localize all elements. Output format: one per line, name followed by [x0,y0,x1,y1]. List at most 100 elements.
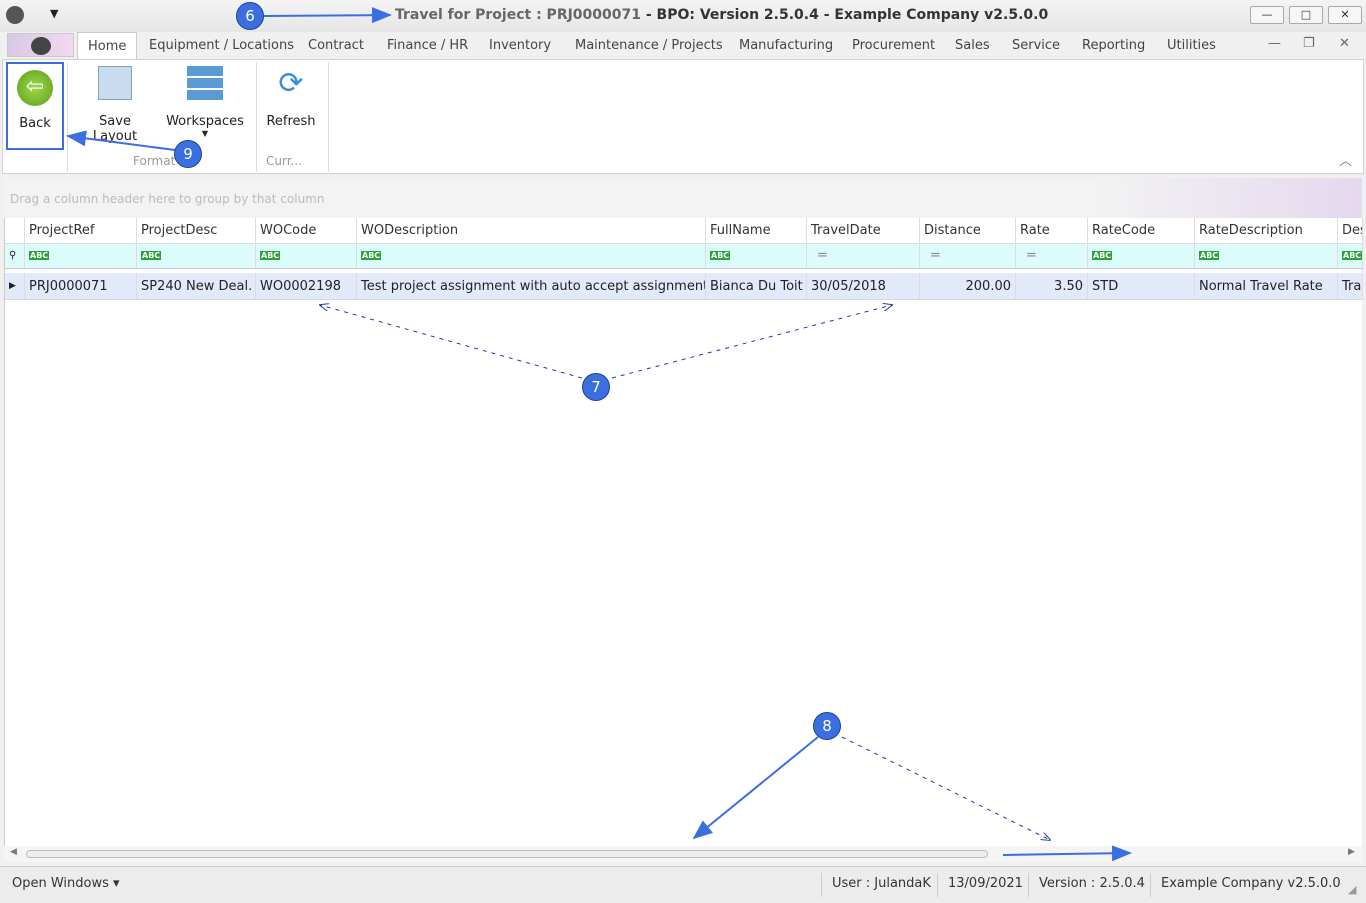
filter-cell[interactable]: ABC [357,244,706,268]
refresh-icon: ⟳ [278,66,304,101]
text-filter-icon: ABC [260,251,281,260]
title-record: Travel for Project : PRJ0000071 [395,7,641,23]
cell-wodescription[interactable]: Test project assignment with auto accept… [357,273,706,299]
cell-ratecode[interactable]: STD [1088,273,1195,299]
workspaces-label: Workspaces [166,114,244,129]
column-header[interactable]: RateCode [1088,218,1195,243]
tab-finance-hr[interactable]: Finance / HR [387,32,468,59]
maximize-button[interactable]: □ [1289,6,1323,24]
text-filter-icon: ABC [1092,251,1113,260]
workspaces-icon [187,66,223,102]
scroll-left-icon[interactable]: ◀ [10,847,17,857]
back-arrow-icon: ⇦ [17,70,53,106]
collapse-ribbon-icon[interactable]: ︿ [1339,150,1352,169]
filter-row: ⚲ ABC ABC ABC ABC ABC = = = ABC ABC ABC [5,244,1363,269]
refresh-button[interactable]: ⟳ Refresh [261,66,321,129]
status-user: User : JulandaK [832,876,931,891]
tab-utilities[interactable]: Utilities [1167,32,1216,59]
open-windows-button[interactable]: Open Windows ▾ [12,876,120,891]
tab-reporting[interactable]: Reporting [1082,32,1145,59]
refresh-label: Refresh [266,114,316,129]
tab-contract[interactable]: Contract [308,32,364,59]
cell-description[interactable]: Tra [1338,273,1363,299]
status-version: Version : 2.5.0.4 [1039,876,1145,891]
horizontal-scrollbar[interactable]: ◀ ▶ [4,846,1362,862]
group-panel[interactable]: Drag a column header here to group by th… [4,178,1362,218]
scroll-right-icon[interactable]: ▶ [1348,847,1355,857]
column-header[interactable]: TravelDate [807,218,920,243]
quick-access-dropdown-icon[interactable]: ▼ [50,7,58,20]
back-button[interactable]: ⇦ Back [6,62,64,150]
filter-cell[interactable]: ABC [25,244,137,268]
column-header[interactable]: Rate [1016,218,1088,243]
minimize-button[interactable]: — [1250,6,1284,24]
status-company: Example Company v2.5.0.0 [1161,876,1341,891]
filter-pin-icon: ⚲ [5,244,25,268]
table-row[interactable]: ▶ PRJ0000071 SP240 New Deal. WO0002198 T… [5,273,1363,300]
tab-manufacturing[interactable]: Manufacturing [739,32,833,59]
window-title: Travel for Project : PRJ0000071 - BPO: V… [395,7,1048,23]
mdi-restore-icon[interactable]: ❐ [1303,36,1315,51]
header-row: ProjectRef ProjectDesc WOCode WODescript… [5,218,1363,244]
filter-cell[interactable]: ABC [1338,244,1363,268]
tab-equipment-locations[interactable]: Equipment / Locations [149,32,294,59]
filter-cell[interactable]: ABC [137,244,256,268]
cell-distance[interactable]: 200.00 [920,273,1016,299]
cell-traveldate[interactable]: 30/05/2018 [807,273,920,299]
column-header[interactable]: WOCode [256,218,357,243]
text-filter-icon: ABC [361,251,382,260]
tab-sales[interactable]: Sales [955,32,990,59]
text-filter-icon: ABC [141,251,162,260]
tab-home[interactable]: Home [77,32,138,59]
scrollbar-thumb[interactable] [26,850,988,858]
resize-grip-icon[interactable]: ◢ [1348,883,1356,896]
cell-projectref[interactable]: PRJ0000071 [25,273,137,299]
tab-inventory[interactable]: Inventory [489,32,551,59]
row-indicator-icon: ▶ [5,273,25,299]
cell-projectdesc[interactable]: SP240 New Deal. [137,273,256,299]
tab-maintenance-projects[interactable]: Maintenance / Projects [575,32,723,59]
text-filter-icon: ABC [29,251,50,260]
filter-cell[interactable]: ABC [256,244,357,268]
save-layout-button[interactable]: Save Layout [75,66,155,144]
column-header[interactable]: WODescription [357,218,706,243]
cell-wocode[interactable]: WO0002198 [256,273,357,299]
column-header[interactable]: Des [1338,218,1363,243]
annotation-badge-6: 6 [236,2,264,30]
app-logo-icon[interactable] [6,6,24,24]
status-date: 13/09/2021 [948,876,1023,891]
filter-cell[interactable]: = [1016,244,1088,268]
tab-procurement[interactable]: Procurement [852,32,935,59]
title-bar: ▼ Travel for Project : PRJ0000071 - BPO:… [0,0,1366,32]
ribbon-tabs: Home Equipment / Locations Contract Fina… [0,32,1366,59]
filter-cell[interactable]: ABC [706,244,807,268]
mdi-minimize-icon[interactable]: — [1268,36,1281,51]
column-header[interactable]: RateDescription [1195,218,1338,243]
cell-rate[interactable]: 3.50 [1016,273,1088,299]
mdi-close-icon[interactable]: ✕ [1339,36,1350,51]
save-layout-label: Save Layout [92,114,138,144]
filter-cell[interactable]: ABC [1195,244,1338,268]
column-header[interactable]: FullName [706,218,807,243]
ribbon: ⇦ Back Save Layout Workspaces ▼ Format ⟳… [2,59,1364,174]
cell-fullname[interactable]: Bianca Du Toit [706,273,807,299]
column-header[interactable]: Distance [920,218,1016,243]
filter-cell[interactable]: ABC [1088,244,1195,268]
close-button[interactable]: ✕ [1328,6,1362,24]
data-grid: ProjectRef ProjectDesc WOCode WODescript… [4,218,1363,846]
status-bar: Open Windows ▾ User : JulandaK 13/09/202… [0,866,1366,903]
title-app: - BPO: Version 2.5.0.4 - Example Company… [641,7,1049,23]
column-header[interactable]: ProjectDesc [137,218,256,243]
filter-cell[interactable]: = [807,244,920,268]
row-indicator-header [5,218,25,243]
tab-service[interactable]: Service [1012,32,1060,59]
workspaces-button[interactable]: Workspaces ▼ [165,66,245,138]
column-header[interactable]: ProjectRef [25,218,137,243]
back-label: Back [19,116,51,131]
group-curr-label: Curr... [266,154,302,168]
filter-cell[interactable]: = [920,244,1016,268]
cell-ratedescription[interactable]: Normal Travel Rate [1195,273,1338,299]
text-filter-icon: ABC [1199,251,1220,260]
text-filter-icon: ABC [710,251,731,260]
save-layout-icon [98,66,132,100]
